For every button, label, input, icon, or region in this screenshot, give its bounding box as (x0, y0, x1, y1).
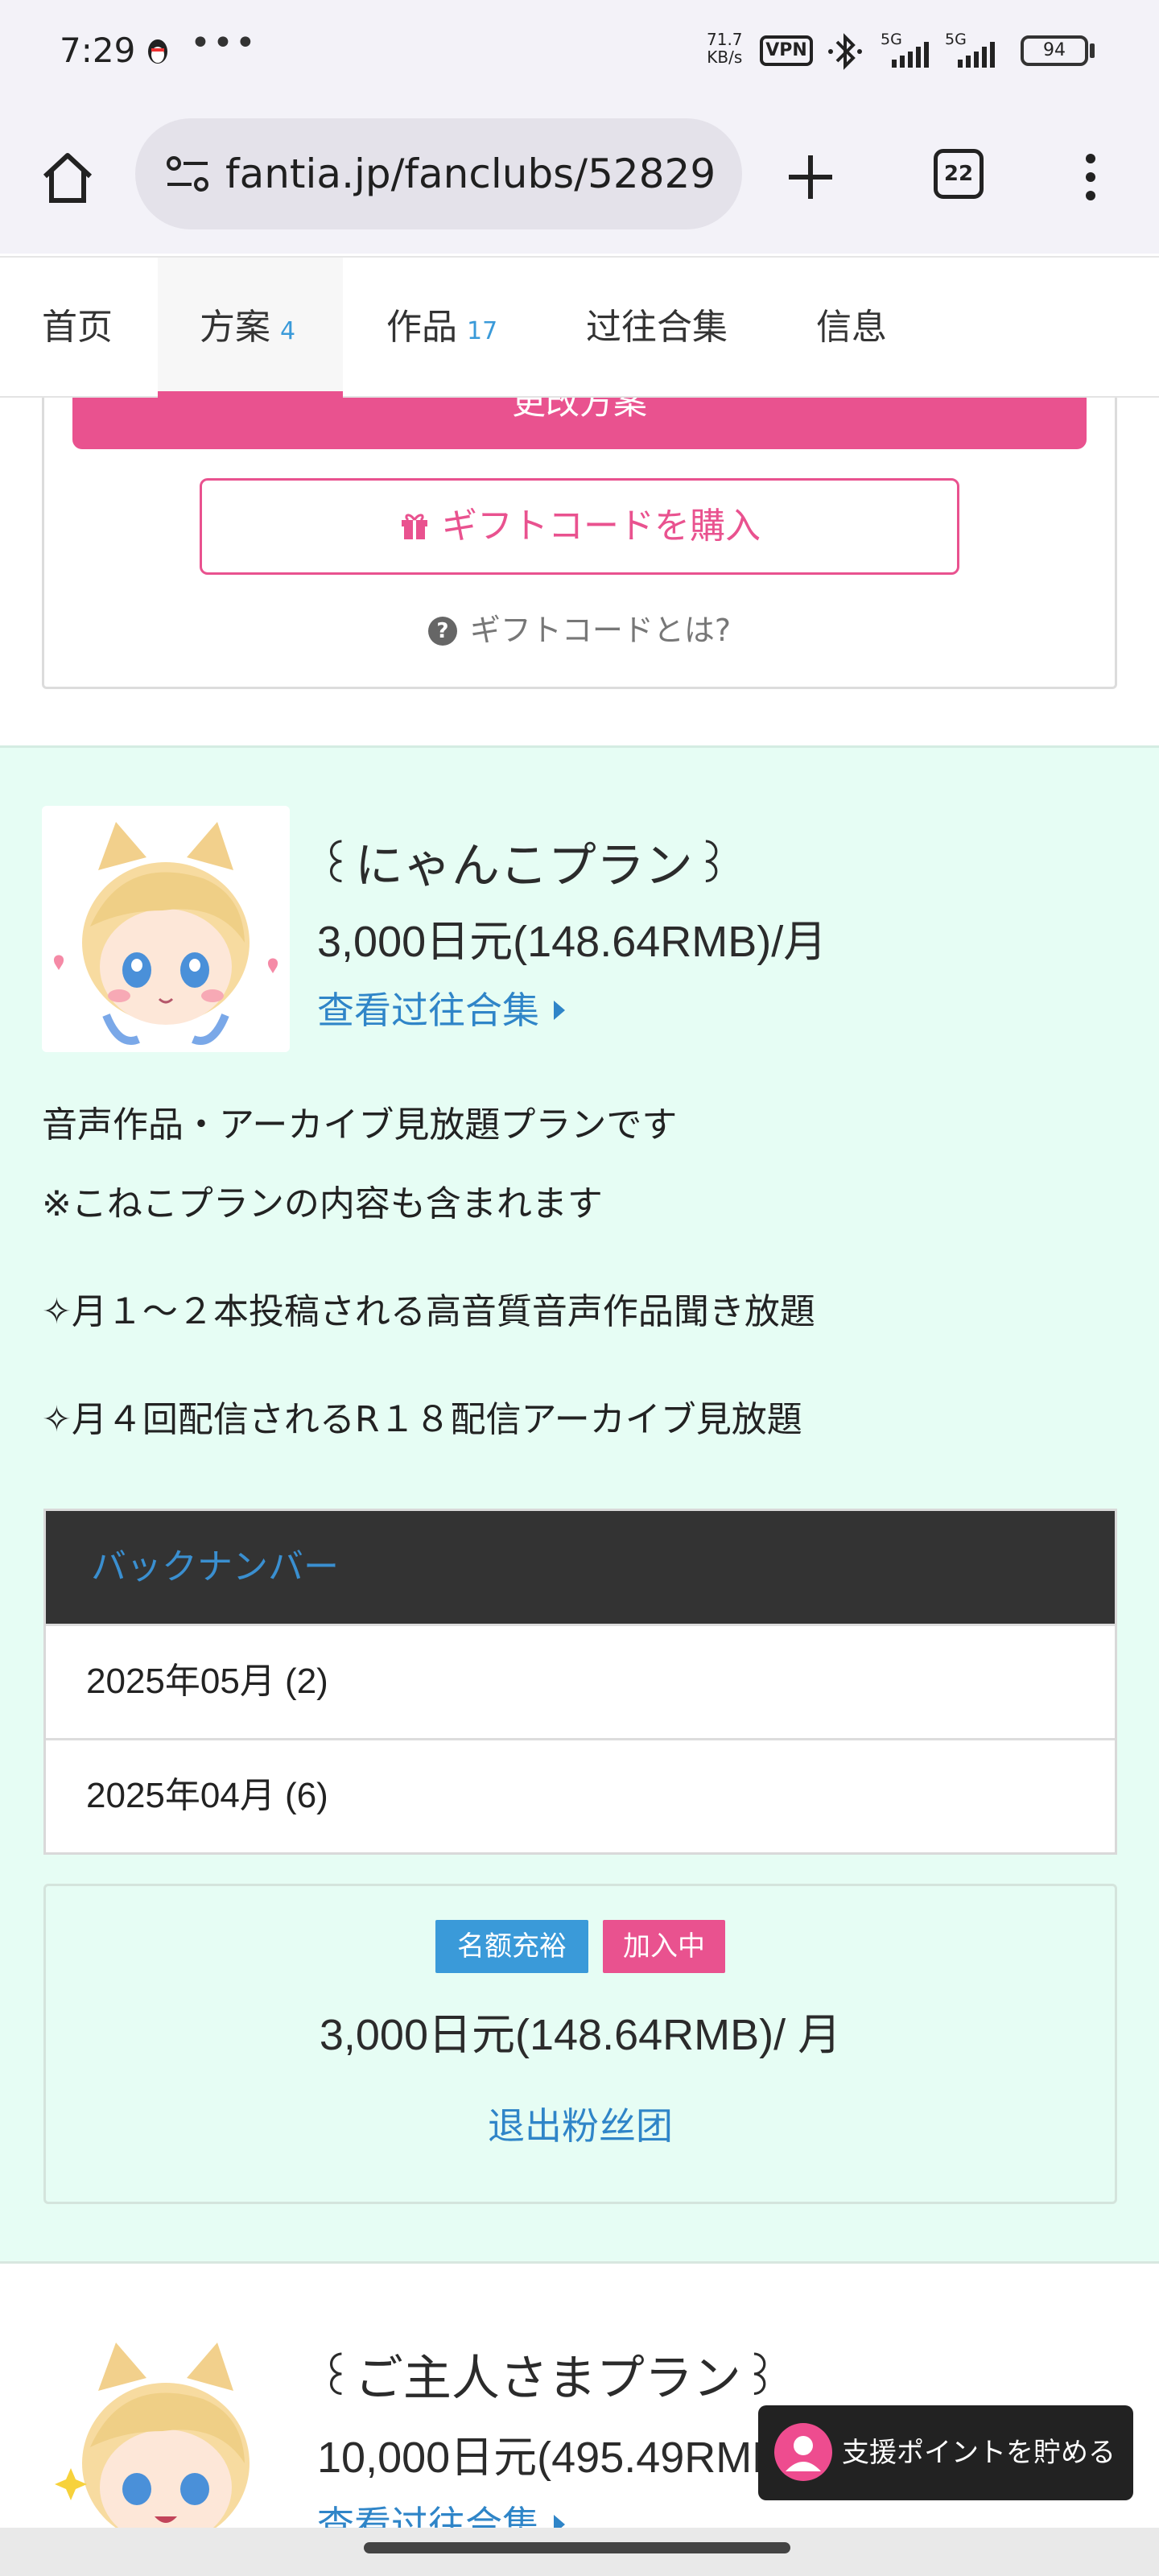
backnumber-row[interactable]: 2025年05月 (2) (46, 1624, 1115, 1736)
more-notifications-icon: ••• (190, 23, 258, 64)
new-tab-icon[interactable] (786, 152, 835, 202)
tab-archives[interactable]: 过往合集 (586, 258, 728, 398)
change-plan-button[interactable]: 更改方案 (72, 398, 1087, 449)
home-indicator[interactable] (364, 2542, 790, 2553)
browser-toolbar: fantia.jp/fanclubs/52829 22 (0, 101, 1159, 254)
earn-support-points-button[interactable]: 支援ポイントを貯める (758, 2405, 1133, 2500)
address-bar[interactable]: fantia.jp/fanclubs/52829 (135, 118, 742, 229)
home-icon[interactable] (39, 149, 97, 207)
plan-title: ꒰にゃんこプラン꒱ (317, 838, 731, 894)
backnumber-title: バックナンバー (46, 1511, 1115, 1624)
plan2-view-archive-link[interactable]: 查看过往合集 (317, 2496, 565, 2528)
backnumber-list: バックナンバー 2025年05月 (2) 2025年04月 (6) (43, 1509, 1117, 1855)
signal-2-icon (958, 42, 995, 68)
membership-status-card: 名额充裕 加入中 3,000日元(148.64RMB)/ 月 退出粉丝团 (43, 1884, 1117, 2204)
signal-1-icon (892, 42, 929, 68)
plan-thumbnail (42, 806, 290, 1052)
vpn-icon: VPN (760, 35, 813, 66)
current-plan-price: 3,000日元(148.64RMB)/ 月 (319, 2011, 842, 2059)
plan2-thumbnail (42, 2318, 290, 2528)
gift-icon (402, 514, 427, 539)
availability-badge: 名额充裕 (435, 1920, 588, 1973)
plan-description-line: ✧月４回配信されるR１８配信アーカイブ見放題 (42, 1399, 802, 1440)
tab-switcher-button[interactable]: 22 (934, 149, 984, 199)
plan-description-line: ※こねこプランの内容も含まれます (42, 1183, 603, 1224)
plan-price: 3,000日元(148.64RMB)/月 (317, 918, 827, 966)
url-text[interactable]: fantia.jp/fanclubs/52829 (225, 151, 724, 197)
site-settings-icon[interactable] (164, 154, 211, 194)
view-archive-link[interactable]: 查看过往合集 (317, 981, 565, 1034)
backnumber-row[interactable]: 2025年04月 (6) (46, 1738, 1115, 1851)
leave-fanclub-link[interactable]: 退出粉丝团 (46, 2097, 1115, 2150)
joined-badge: 加入中 (603, 1920, 725, 1973)
caret-right-icon (554, 2515, 565, 2528)
plans-count: 4 (280, 317, 296, 345)
tab-plans[interactable]: 方案 4 (158, 258, 343, 398)
plan-description-line: ✧月１～２本投稿される高音質音声作品聞き放題 (42, 1291, 815, 1332)
battery-cap (1090, 43, 1095, 58)
tab-works[interactable]: 作品 17 (386, 258, 497, 398)
tab-info[interactable]: 信息 (816, 258, 887, 398)
overflow-menu-icon[interactable] (1077, 151, 1104, 204)
caret-right-icon (554, 1001, 565, 1020)
catgirl-avatar-image (53, 822, 278, 1045)
network-speed: 71.7 KB/s (707, 30, 743, 67)
battery-icon: 94 (1021, 35, 1088, 66)
works-count: 17 (467, 317, 498, 345)
question-icon: ? (427, 617, 457, 646)
fanclub-nav: 首页 方案 4 作品 17 过往合集 信息 (0, 256, 1159, 398)
bluetooth-icon (828, 33, 862, 70)
catgirl-avatar-image (55, 2343, 250, 2528)
buy-gift-code-button[interactable]: ギフトコードを購入 (200, 478, 959, 575)
plan-description-line: 音声作品・アーカイブ見放題プランです (42, 1104, 678, 1146)
status-bar: 7:29 ••• 71.7 KB/s VPN 5G 5G 94 (0, 0, 1159, 101)
qq-penguin-icon (148, 39, 167, 64)
tab-home[interactable]: 首页 (42, 258, 113, 398)
gift-code-help-link[interactable]: ? ギフトコードとは? (0, 605, 1159, 650)
plan2-title: ꒰ご主人さまプラン꒱ (317, 2351, 779, 2407)
clock: 7:29 (60, 31, 136, 70)
user-avatar-icon (774, 2423, 832, 2481)
